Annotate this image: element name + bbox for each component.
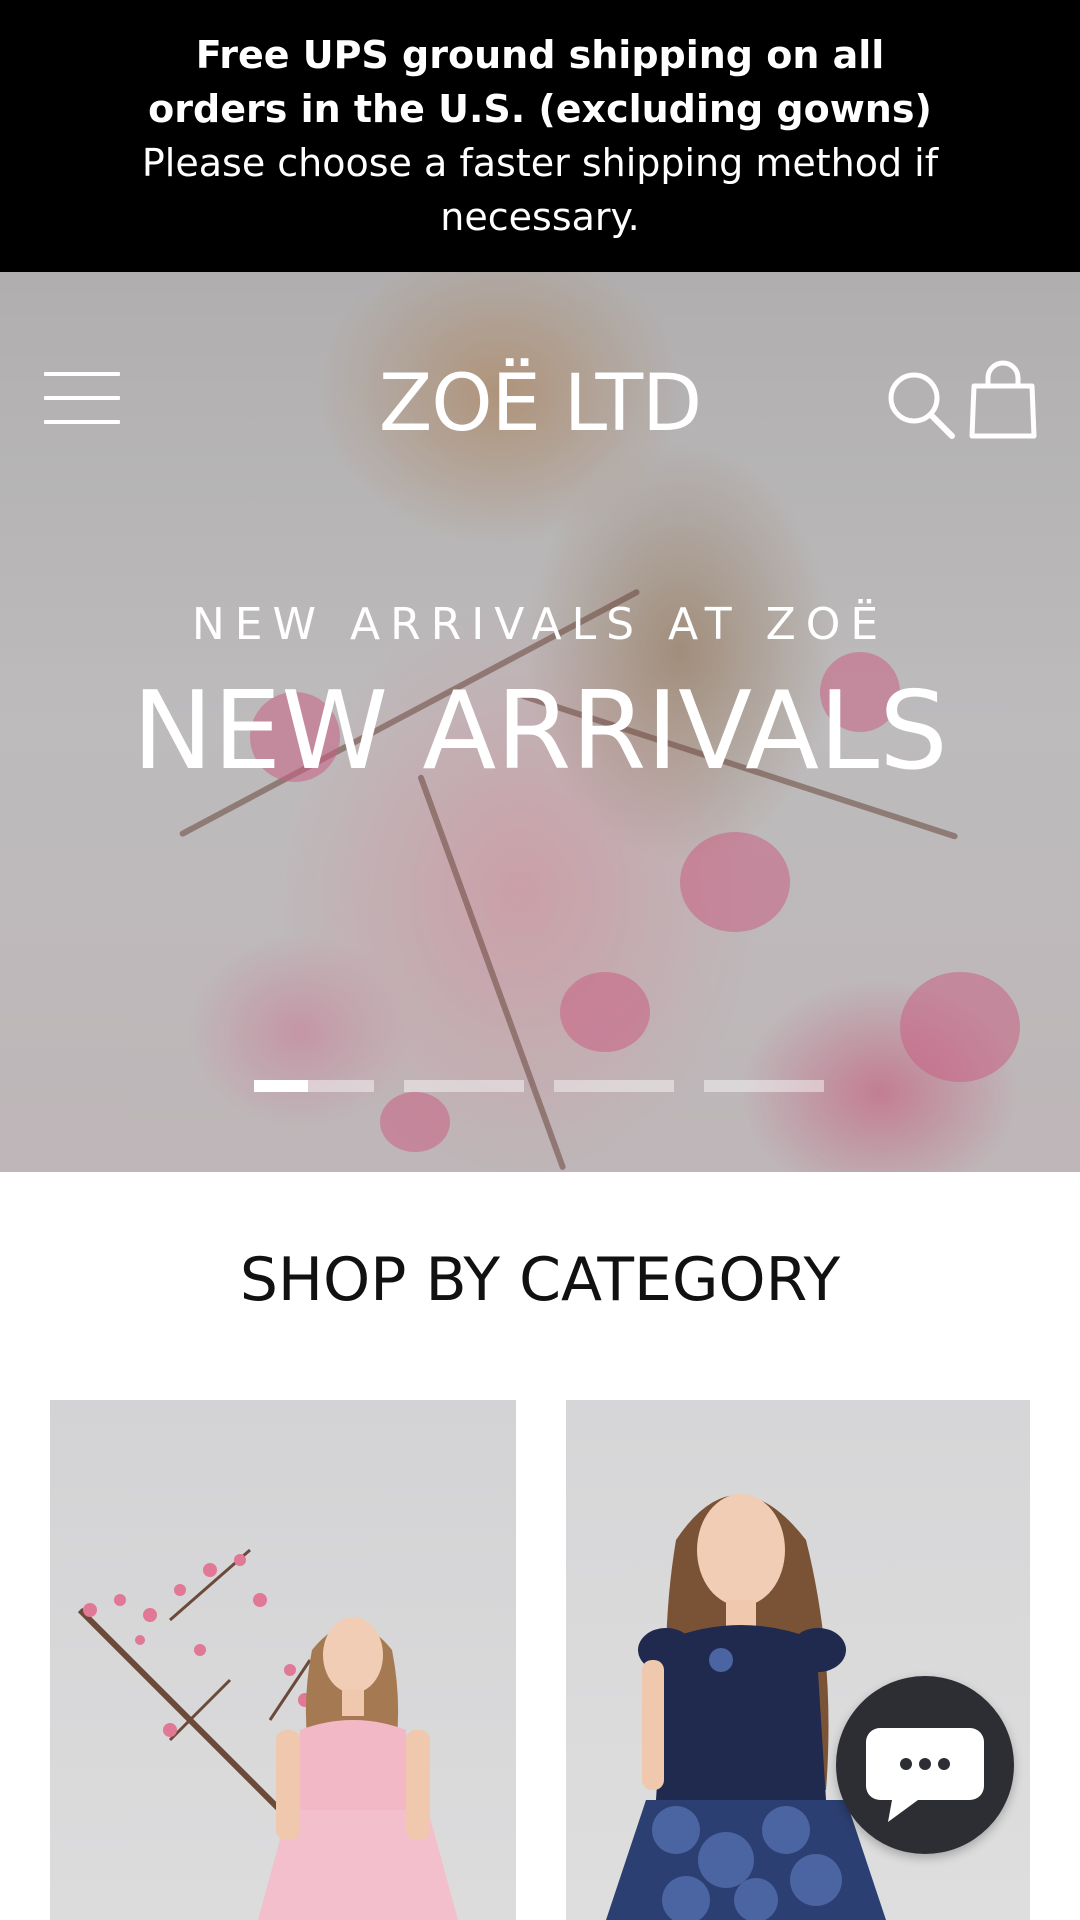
chat-button[interactable] [836, 1676, 1014, 1854]
hero-subtitle: NEW ARRIVALS AT ZOË [191, 599, 889, 650]
announcement-bar: Free UPS ground shipping on all orders i… [0, 0, 1080, 272]
menu-button[interactable] [44, 372, 120, 428]
announcement-shipping-text: Free UPS ground shipping on all orders i… [148, 33, 932, 131]
slideshow-pagination [254, 1080, 824, 1092]
section-heading: SHOP BY CATEGORY [239, 1245, 841, 1315]
search-icon [888, 372, 955, 439]
search-button[interactable] [884, 368, 956, 440]
slide-dot[interactable] [704, 1080, 824, 1092]
site-logo[interactable]: ZOË LTD [340, 364, 740, 444]
cart-button[interactable] [968, 360, 1038, 440]
category-image [77, 1548, 458, 1920]
category-card[interactable] [50, 1400, 516, 1920]
site-header: ZOË LTD [0, 272, 1080, 444]
slide-dot[interactable] [554, 1080, 674, 1092]
slide-dot[interactable] [254, 1080, 374, 1092]
announcement-note-text: Please choose a faster shipping method i… [141, 141, 939, 239]
slide-dot[interactable] [404, 1080, 524, 1092]
chat-bubble-icon [866, 1728, 984, 1822]
hamburger-menu-icon [44, 372, 120, 424]
shopping-bag-icon [969, 360, 1037, 439]
hero-title[interactable]: NEW ARRIVALS [0, 672, 1080, 792]
